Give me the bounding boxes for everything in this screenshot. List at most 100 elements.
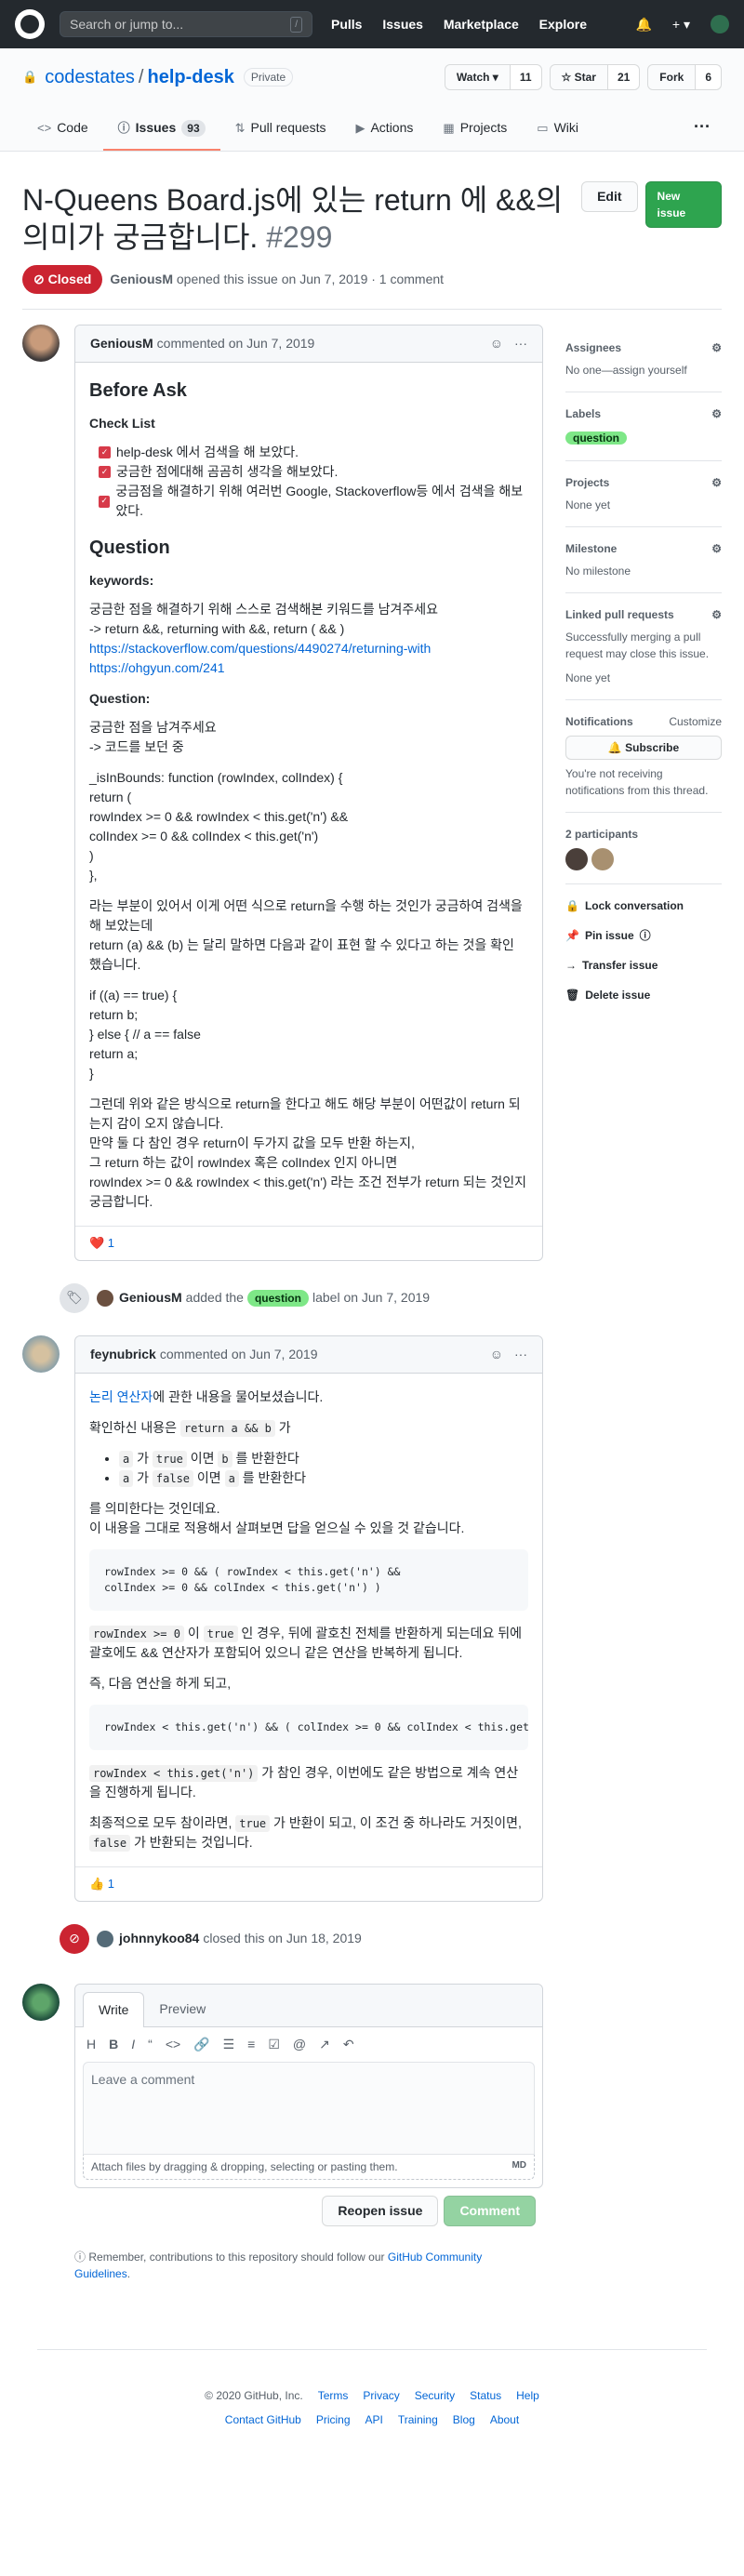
- gear-icon[interactable]: ⚙: [711, 540, 722, 557]
- logical-operators-link[interactable]: 논리 연산자: [89, 1389, 153, 1404]
- nav-explore[interactable]: Explore: [539, 17, 587, 32]
- italic-icon[interactable]: I: [131, 2035, 135, 2054]
- subscribe-button[interactable]: 🔔 Subscribe: [565, 736, 722, 760]
- add-reaction-smiley-icon[interactable]: ☺: [490, 1345, 503, 1364]
- footer-link-privacy[interactable]: Privacy: [363, 2387, 399, 2404]
- delete-issue-button[interactable]: 🗑 Delete issue: [565, 987, 722, 1003]
- attach-files-area[interactable]: Attach files by dragging & dropping, sel…: [83, 2154, 535, 2180]
- event-author-link[interactable]: GeniousM: [119, 1288, 182, 1308]
- question-label[interactable]: question: [246, 1289, 309, 1307]
- gear-icon[interactable]: ⚙: [711, 474, 722, 491]
- footer-link-pricing[interactable]: Pricing: [316, 2411, 351, 2428]
- gear-icon[interactable]: ⚙: [711, 405, 722, 422]
- comment-timestamp[interactable]: commented on Jun 7, 2019: [160, 1345, 318, 1364]
- more-tabs-kebab-icon[interactable]: ···: [683, 114, 722, 151]
- footer-link-contact[interactable]: Contact GitHub: [225, 2411, 301, 2428]
- tab-write[interactable]: Write: [83, 1991, 145, 2027]
- link-icon[interactable]: 🔗: [193, 2035, 209, 2054]
- notifications-bell-icon[interactable]: 🔔: [635, 15, 651, 34]
- search-input[interactable]: Search or jump to... /: [60, 11, 312, 37]
- footer-link-api[interactable]: API: [365, 2411, 383, 2428]
- watch-count[interactable]: 11: [510, 65, 541, 89]
- star-count[interactable]: 21: [607, 65, 640, 89]
- heading-icon[interactable]: H: [86, 2035, 96, 2054]
- nav-marketplace[interactable]: Marketplace: [444, 17, 519, 32]
- thumbs-up-reaction-button[interactable]: 👍 1: [89, 1877, 114, 1891]
- fork-button[interactable]: Fork 6: [647, 64, 722, 90]
- user-avatar[interactable]: [711, 15, 729, 33]
- code-icon[interactable]: <>: [166, 2035, 180, 2054]
- comment-options-kebab-icon[interactable]: ···: [514, 1345, 527, 1364]
- avatar[interactable]: [565, 848, 588, 870]
- heart-reaction-button[interactable]: ❤️ 1: [89, 1236, 114, 1250]
- assignees-value[interactable]: No one—assign yourself: [565, 362, 722, 378]
- numbered-list-icon[interactable]: ≡: [247, 2035, 255, 2054]
- fork-count[interactable]: 6: [696, 65, 721, 89]
- stackoverflow-link[interactable]: https://stackoverflow.com/questions/4490…: [89, 641, 431, 656]
- footer-link-status[interactable]: Status: [470, 2387, 501, 2404]
- tab-issues[interactable]: ⓘ Issues 93: [102, 111, 220, 151]
- nav-issues[interactable]: Issues: [382, 17, 423, 32]
- guidelines-period: .: [126, 2266, 131, 2280]
- repo-name-link[interactable]: help-desk: [147, 63, 233, 91]
- inline-code: rowIndex < this.get('n'): [89, 1765, 259, 1783]
- avatar[interactable]: [22, 1983, 60, 2021]
- tab-projects[interactable]: ▦ Projects: [428, 111, 522, 151]
- footer-link-help[interactable]: Help: [516, 2387, 539, 2404]
- tab-pull-requests[interactable]: ⇅ Pull requests: [220, 111, 341, 151]
- footer-link-training[interactable]: Training: [398, 2411, 438, 2428]
- repo-owner-link[interactable]: codestates: [45, 63, 135, 91]
- inline-code: a: [224, 1469, 239, 1487]
- transfer-issue-button[interactable]: → Transfer issue: [565, 957, 722, 974]
- pin-issue-button[interactable]: 📌 Pin issue ⓘ: [565, 927, 722, 944]
- gear-icon[interactable]: ⚙: [711, 339, 722, 356]
- task-list-icon[interactable]: ☑: [268, 2035, 280, 2054]
- nav-pulls[interactable]: Pulls: [331, 17, 362, 32]
- tab-wiki[interactable]: ▭ Wiki: [522, 111, 593, 151]
- footer-link-terms[interactable]: Terms: [318, 2387, 349, 2404]
- cross-reference-icon[interactable]: ↗: [319, 2035, 330, 2054]
- github-logo-icon[interactable]: [15, 9, 45, 39]
- markdown-icon[interactable]: MD: [512, 2158, 526, 2175]
- paragraph-text: 그 return 하는 값이 rowIndex 혹은 colIndex 인지 아…: [89, 1155, 398, 1170]
- footer-link-blog[interactable]: Blog: [453, 2411, 475, 2428]
- add-reaction-smiley-icon[interactable]: ☺: [490, 334, 503, 353]
- info-icon[interactable]: ⓘ: [640, 927, 651, 944]
- question-label[interactable]: question: [565, 432, 627, 445]
- star-button[interactable]: ☆ Star 21: [549, 64, 641, 90]
- markdown-toolbar: H B I “ <> 🔗 ☰ ≡ ☑ @ ↗ ↶: [75, 2027, 542, 2062]
- ohgyun-link[interactable]: https://ohgyun.com/241: [89, 660, 225, 675]
- avatar[interactable]: [22, 1334, 60, 1373]
- customize-link[interactable]: Customize: [669, 713, 722, 730]
- footer-link-security[interactable]: Security: [415, 2387, 455, 2404]
- comment-author-link[interactable]: GeniousM: [90, 334, 153, 353]
- avatar[interactable]: [97, 1930, 113, 1947]
- comment-options-kebab-icon[interactable]: ···: [514, 334, 527, 353]
- comment-timestamp[interactable]: commented on Jun 7, 2019: [157, 334, 315, 353]
- tab-preview[interactable]: Preview: [144, 1992, 220, 2026]
- new-issue-button[interactable]: New issue: [644, 181, 722, 228]
- lock-conversation-button[interactable]: 🔒 Lock conversation: [565, 897, 722, 914]
- gear-icon[interactable]: ⚙: [711, 606, 722, 623]
- footer-link-about[interactable]: About: [490, 2411, 519, 2428]
- comment-button[interactable]: Comment: [444, 2195, 536, 2226]
- create-new-dropdown[interactable]: + ▾: [672, 15, 690, 34]
- bold-icon[interactable]: B: [109, 2035, 118, 2054]
- reopen-issue-button[interactable]: Reopen issue: [322, 2195, 439, 2226]
- avatar[interactable]: [591, 848, 614, 870]
- avatar[interactable]: [22, 325, 60, 362]
- comment-author-link[interactable]: feynubrick: [90, 1345, 156, 1364]
- avatar[interactable]: [97, 1289, 113, 1307]
- watch-button[interactable]: Watch ▾ 11: [444, 64, 542, 90]
- quote-icon[interactable]: “: [148, 2035, 153, 2054]
- event-author-link[interactable]: johnnykoo84: [119, 1929, 199, 1948]
- tab-code[interactable]: <> Code: [22, 111, 103, 151]
- issue-author-link[interactable]: GeniousM: [110, 270, 173, 289]
- edit-title-button[interactable]: Edit: [581, 181, 638, 212]
- mention-icon[interactable]: @: [293, 2035, 306, 2054]
- tab-actions[interactable]: ▶ Actions: [340, 111, 428, 151]
- reply-icon[interactable]: ↶: [343, 2035, 354, 2054]
- comment-textarea[interactable]: Leave a comment: [83, 2061, 535, 2155]
- issue-title: N-Queens Board.js에 있는 return 에 &&의 의미가 궁…: [22, 181, 581, 256]
- bulleted-list-icon[interactable]: ☰: [223, 2035, 235, 2054]
